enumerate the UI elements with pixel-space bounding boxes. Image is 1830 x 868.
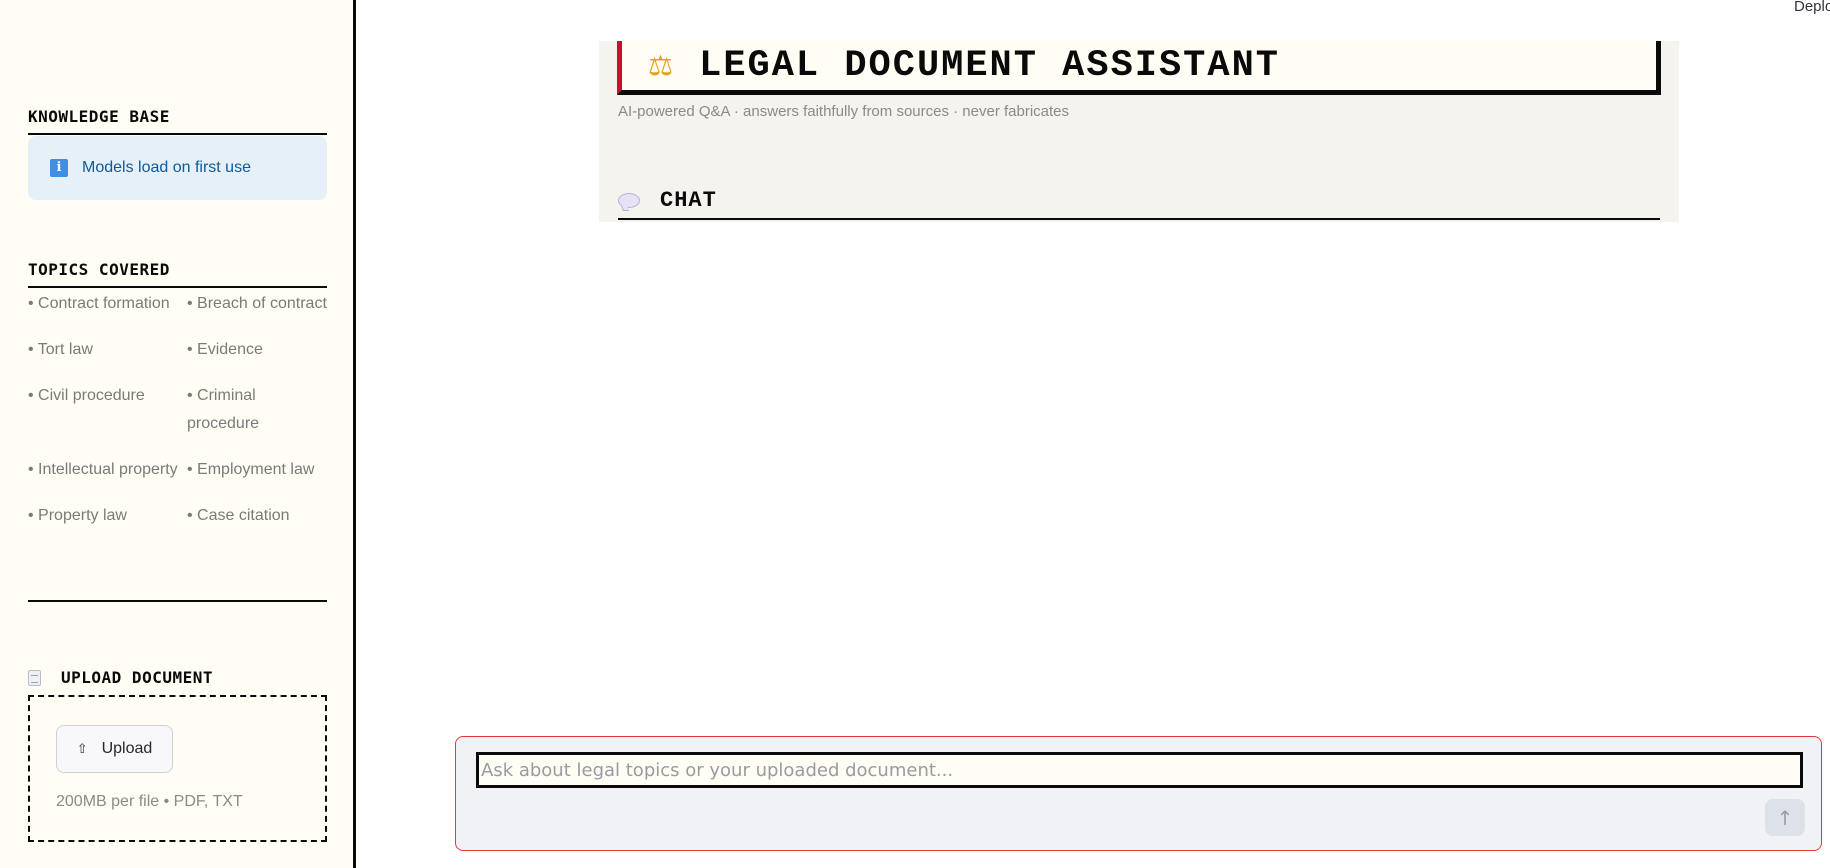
file-dropzone[interactable]: ⇧ Upload 200MB per file • PDF, TXT <box>28 695 327 842</box>
info-text: Models load on first use <box>82 159 251 176</box>
scales-icon: ⚖ <box>648 48 674 82</box>
chat-input-container: ↑ <box>455 736 1822 851</box>
topics-heading: TOPICS COVERED <box>28 260 327 288</box>
upload-button-label: Upload <box>101 740 153 757</box>
topic-item: Civil procedure <box>28 382 187 456</box>
topics-list: Contract formation Breach of contract To… <box>28 290 327 548</box>
document-icon <box>28 669 41 686</box>
topic-item: Criminal procedure <box>187 382 327 456</box>
upload-icon: ⇧ <box>76 741 88 756</box>
send-button[interactable]: ↑ <box>1765 799 1805 836</box>
knowledge-base-heading: KNOWLEDGE BASE <box>28 107 327 135</box>
page-subtitle: AI-powered Q&A · answers faithfully from… <box>618 103 1070 120</box>
upload-heading: UPLOAD DOCUMENT <box>28 668 213 687</box>
sidebar-divider <box>28 600 327 602</box>
topic-item: Property law <box>28 502 187 548</box>
topic-item: Contract formation <box>28 290 187 336</box>
upload-heading-label: UPLOAD DOCUMENT <box>61 668 213 687</box>
topic-item: Breach of contract <box>187 290 327 336</box>
speech-bubble-icon <box>618 193 640 208</box>
chat-input[interactable] <box>476 752 1803 788</box>
title-banner: ⚖ LEGAL DOCUMENT ASSISTANT <box>617 41 1661 95</box>
info-icon: i <box>50 159 68 177</box>
upload-button[interactable]: ⇧ Upload <box>56 725 173 773</box>
topic-item: Tort law <box>28 336 187 382</box>
topic-item: Employment law <box>187 456 327 502</box>
topic-item: Intellectual property <box>28 456 187 502</box>
page-title: LEGAL DOCUMENT ASSISTANT <box>699 44 1280 87</box>
deploy-button[interactable]: Deploy <box>1794 0 1830 15</box>
topic-item: Evidence <box>187 336 327 382</box>
arrow-up-icon: ↑ <box>1776 805 1794 830</box>
upload-limits: 200MB per file • PDF, TXT <box>56 793 243 810</box>
chat-heading: CHAT <box>660 188 717 213</box>
info-alert: i Models load on first use <box>28 136 327 200</box>
chat-section-header: CHAT <box>618 188 1660 220</box>
sidebar: KNOWLEDGE BASE i Models load on first us… <box>0 0 356 868</box>
main-content: ⚖ LEGAL DOCUMENT ASSISTANT AI-powered Q&… <box>599 41 1679 222</box>
topic-item: Case citation <box>187 502 327 548</box>
